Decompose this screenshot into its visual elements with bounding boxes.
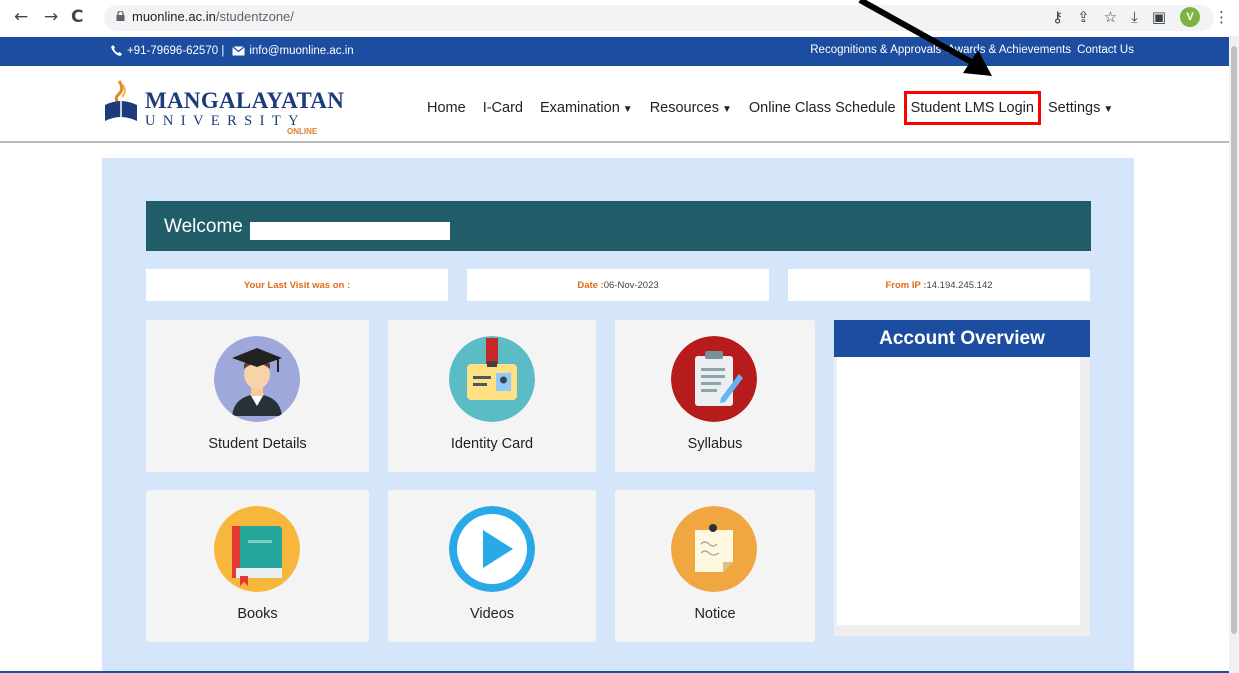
share-icon[interactable]: ⇪ bbox=[1077, 6, 1090, 28]
contact-info: +91-79696-62570 | info@muonline.ac.in bbox=[110, 44, 354, 57]
id-card-icon bbox=[449, 336, 535, 422]
logo-emblem-icon bbox=[105, 80, 137, 121]
play-icon bbox=[449, 506, 535, 592]
annotation-arrow-icon bbox=[858, 0, 992, 76]
main-navigation: Home I-Card Examination ▼ Resources ▼ Onli… bbox=[427, 91, 1130, 125]
tile-label: Books bbox=[237, 606, 278, 622]
tile-books[interactable]: Books bbox=[146, 490, 369, 642]
graduate-icon bbox=[214, 336, 300, 422]
tile-label: Notice bbox=[694, 606, 736, 622]
clipboard-icon bbox=[671, 336, 757, 422]
nav-settings[interactable]: Settings ▼ bbox=[1048, 100, 1113, 116]
tile-label: Identity Card bbox=[450, 436, 534, 452]
tile-label: Videos bbox=[469, 606, 515, 622]
download-icon[interactable]: ⤓ bbox=[1131, 6, 1138, 28]
back-button[interactable]: ← bbox=[14, 7, 28, 27]
book-icon bbox=[214, 506, 300, 592]
tile-student-details[interactable]: Student Details bbox=[146, 320, 369, 472]
nav-home[interactable]: Home bbox=[427, 100, 466, 116]
notice-icon bbox=[671, 506, 757, 592]
chevron-down-icon: ▼ bbox=[1103, 104, 1114, 115]
university-logo[interactable]: MANGALAYATAN UNIVERSITY ONLINE bbox=[101, 79, 344, 136]
chevron-down-icon: ▼ bbox=[722, 104, 732, 115]
redacted-name bbox=[250, 222, 450, 240]
last-visit-label: Your Last Visit was on : bbox=[243, 279, 351, 291]
logo-subtitle: UNIVERSITY bbox=[145, 113, 306, 129]
tile-label: Syllabus bbox=[687, 436, 743, 452]
account-overview-title: Account Overview bbox=[834, 320, 1090, 357]
kebab-menu-icon[interactable]: ⋮ bbox=[1214, 6, 1229, 28]
address-bar[interactable]: muonline.ac.in/studentzone/ bbox=[104, 5, 1214, 31]
side-panel-icon[interactable]: ▣ bbox=[1152, 6, 1166, 28]
site-header: MANGALAYATAN UNIVERSITY ONLINE Home I-Ca… bbox=[0, 66, 1229, 143]
browser-toolbar: ← → C muonline.ac.in/studentzone/ ⚷ ⇪ ☆ … bbox=[0, 0, 1239, 36]
nav-icard[interactable]: I-Card bbox=[483, 100, 523, 116]
lock-icon bbox=[116, 11, 125, 21]
phone-number[interactable]: +91-79696-62570 | bbox=[127, 45, 224, 57]
tile-identity-card[interactable]: Identity Card bbox=[388, 320, 596, 472]
nav-resources[interactable]: Resources ▼ bbox=[650, 100, 732, 116]
browser-actions: ⚷ ⇪ ☆ ⤓ ▣ V ⋮ bbox=[1052, 6, 1229, 28]
key-icon[interactable]: ⚷ bbox=[1052, 6, 1063, 28]
nav-online-class-schedule[interactable]: Online Class Schedule bbox=[749, 100, 896, 116]
contact-bar: +91-79696-62570 | info@muonline.ac.in Re… bbox=[0, 37, 1229, 66]
date-box: Date : 06-Nov-2023 bbox=[467, 269, 769, 301]
tile-videos[interactable]: Videos bbox=[388, 490, 596, 642]
url-text: muonline.ac.in/studentzone/ bbox=[132, 9, 294, 24]
logo-online-tag: ONLINE bbox=[287, 127, 318, 136]
nav-examination[interactable]: Examination ▼ bbox=[540, 100, 633, 116]
nav-student-lms-login[interactable]: Student LMS Login bbox=[903, 91, 1041, 125]
tile-notice[interactable]: Notice bbox=[615, 490, 815, 642]
date-value: 06-Nov-2023 bbox=[603, 279, 659, 291]
forward-button[interactable]: → bbox=[44, 7, 58, 27]
date-label: Date : bbox=[577, 279, 604, 291]
chevron-down-icon: ▼ bbox=[622, 104, 633, 115]
welcome-banner: Welcome bbox=[146, 201, 1091, 251]
logo-title: MANGALAYATAN bbox=[145, 88, 345, 113]
star-icon[interactable]: ☆ bbox=[1104, 6, 1117, 28]
ip-value: 14.194.245.142 bbox=[926, 279, 993, 291]
tile-syllabus[interactable]: Syllabus bbox=[615, 320, 815, 472]
profile-avatar[interactable]: V bbox=[1180, 7, 1200, 27]
tile-label: Student Details bbox=[208, 436, 307, 452]
reload-button[interactable]: C bbox=[71, 7, 83, 27]
account-overview-panel: Account Overview bbox=[834, 320, 1090, 636]
welcome-text: Welcome bbox=[164, 216, 243, 237]
ip-box: From IP : 14.194.245.142 bbox=[788, 269, 1090, 301]
account-overview-body bbox=[837, 357, 1080, 625]
mail-icon bbox=[232, 45, 246, 55]
scrollbar-thumb[interactable] bbox=[1231, 46, 1237, 634]
phone-icon bbox=[111, 45, 122, 56]
last-visit-box: Your Last Visit was on : bbox=[146, 269, 448, 301]
ip-label: From IP : bbox=[885, 279, 927, 291]
contact-us-link[interactable]: Contact Us bbox=[1077, 44, 1134, 56]
email-link[interactable]: info@muonline.ac.in bbox=[249, 45, 353, 57]
